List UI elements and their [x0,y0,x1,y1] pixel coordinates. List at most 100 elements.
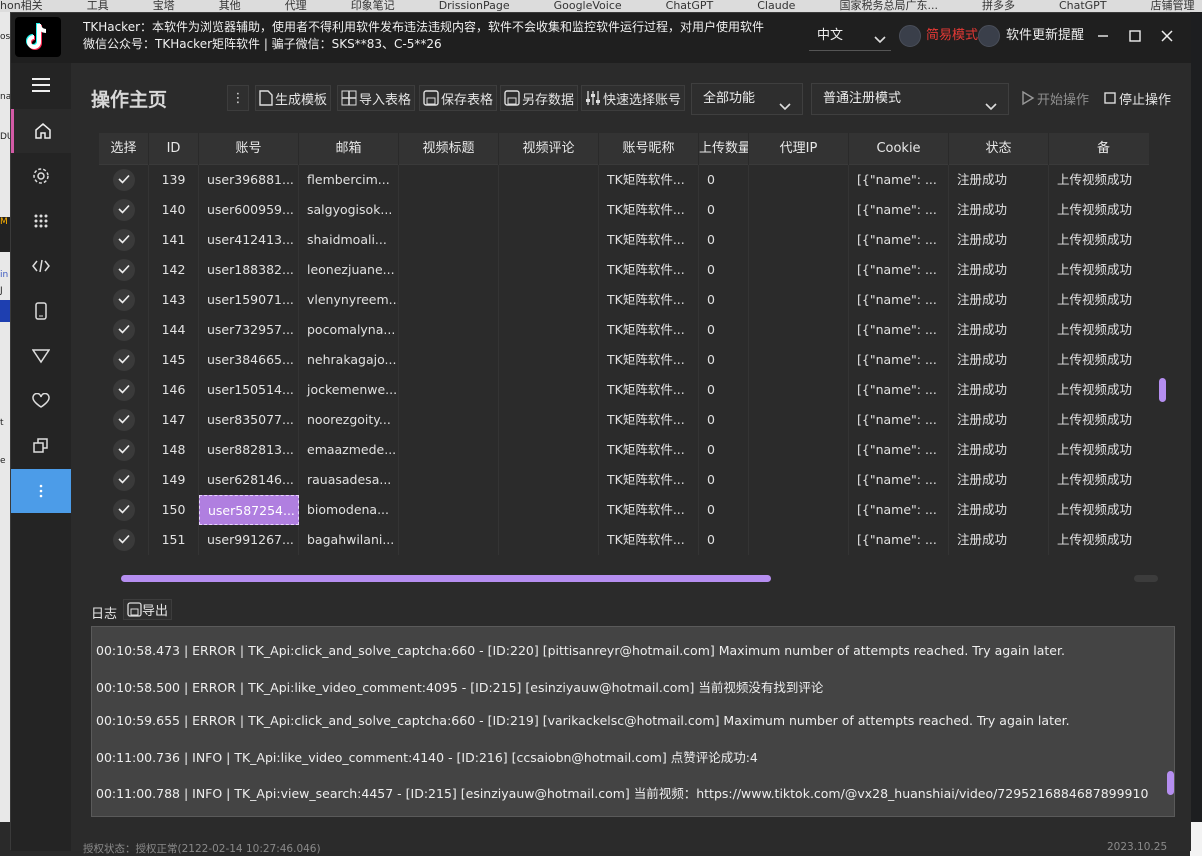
cell-id[interactable]: 139 [149,165,199,195]
check-icon[interactable] [112,499,135,521]
cell-comment[interactable] [499,195,599,225]
cell-proxy[interactable] [749,435,849,465]
cell-comment[interactable] [499,225,599,255]
cell-account[interactable]: user882813... [199,435,299,465]
log-scroll-thumb[interactable] [1167,771,1174,795]
cell-title[interactable] [399,345,499,375]
cell-nick[interactable]: TK矩阵软件... [599,165,699,195]
cell-proxy[interactable] [749,285,849,315]
table-vertical-scrollbar[interactable] [1159,145,1167,569]
cell-proxy[interactable] [749,255,849,285]
cell-title[interactable] [399,525,499,555]
cell-comment[interactable] [499,285,599,315]
cell-status[interactable]: 注册成功 [949,255,1049,285]
cell-account[interactable]: user150514... [199,375,299,405]
cell-account[interactable]: user732957... [199,315,299,345]
cell-proxy[interactable] [749,495,849,525]
table-row[interactable]: 145 user384665... nehrakagajo... TK矩阵软件... 0… [99,345,1149,375]
cell-status[interactable]: 注册成功 [949,345,1049,375]
table-row[interactable]: 146 user150514... jockemenwe... TK矩阵软件... 0 [… [99,375,1149,405]
column-header[interactable]: 邮箱 [299,133,399,165]
cell-nick[interactable]: TK矩阵软件... [599,495,699,525]
create-template-button[interactable]: 生成模板 [255,85,332,111]
cell-remark[interactable]: 上传视频成功 [1049,375,1149,405]
cell-account[interactable]: user991267... [199,525,299,555]
cell-count[interactable]: 0 [699,315,749,345]
cell-id[interactable]: 148 [149,435,199,465]
stop-operation-button[interactable]: 停止操作 [1099,85,1176,111]
cell-title[interactable] [399,225,499,255]
row-select-cell[interactable] [99,495,149,525]
cell-title[interactable] [399,375,499,405]
cell-cookie[interactable]: [{"name": ... [849,435,949,465]
cell-id[interactable]: 146 [149,375,199,405]
cell-remark[interactable]: 上传视频成功 [1049,285,1149,315]
import-table-button[interactable]: 导入表格 [337,85,416,111]
cell-account[interactable]: user384665... [199,345,299,375]
cell-email[interactable]: salgyogisok... [299,195,399,225]
cell-id[interactable]: 150 [149,495,199,525]
cell-comment[interactable] [499,435,599,465]
cell-nick[interactable]: TK矩阵软件... [599,225,699,255]
check-icon[interactable] [112,319,135,341]
cell-count[interactable]: 0 [699,525,749,555]
cell-remark[interactable]: 上传视频成功 [1049,405,1149,435]
cell-status[interactable]: 注册成功 [949,315,1049,345]
table-vertical-scroll-thumb[interactable] [1159,378,1166,402]
check-icon[interactable] [112,169,135,191]
column-header[interactable]: 状态 [949,133,1049,165]
check-icon[interactable] [112,259,135,281]
maximize-button[interactable] [1121,23,1149,49]
cell-nick[interactable]: TK矩阵软件... [599,375,699,405]
save-table-button[interactable]: 保存表格 [419,85,498,111]
cell-remark[interactable]: 上传视频成功 [1049,525,1149,555]
cell-nick[interactable]: TK矩阵软件... [599,315,699,345]
simple-mode-toggle[interactable] [899,25,921,47]
cell-id[interactable]: 141 [149,225,199,255]
cell-cookie[interactable]: [{"name": ... [849,345,949,375]
cell-count[interactable]: 0 [699,165,749,195]
cell-cookie[interactable]: [{"name": ... [849,195,949,225]
close-button[interactable] [1153,23,1181,49]
column-header[interactable]: 代理IP [749,133,849,165]
cell-id[interactable]: 142 [149,255,199,285]
cell-email[interactable]: leonezjuane... [299,255,399,285]
cell-email[interactable]: pocomalyna... [299,315,399,345]
cell-cookie[interactable]: [{"name": ... [849,375,949,405]
cell-proxy[interactable] [749,465,849,495]
cell-proxy[interactable] [749,195,849,225]
row-select-cell[interactable] [99,375,149,405]
cell-title[interactable] [399,495,499,525]
table-row[interactable]: 147 user835077... noorezgoity... TK矩阵软件... 0… [99,405,1149,435]
check-icon[interactable] [112,529,135,551]
cell-email[interactable]: flembercim... [299,165,399,195]
cell-id[interactable]: 140 [149,195,199,225]
cell-id[interactable]: 151 [149,525,199,555]
cell-cookie[interactable]: [{"name": ... [849,285,949,315]
check-icon[interactable] [112,379,135,401]
cell-status[interactable]: 注册成功 [949,375,1049,405]
cell-remark[interactable]: 上传视频成功 [1049,435,1149,465]
column-header[interactable]: 选择 [99,133,149,165]
cell-nick[interactable]: TK矩阵软件... [599,345,699,375]
cell-remark[interactable]: 上传视频成功 [1049,345,1149,375]
cell-status[interactable]: 注册成功 [949,285,1049,315]
cell-count[interactable]: 0 [699,285,749,315]
cell-count[interactable]: 0 [699,405,749,435]
language-select[interactable]: 中文 [809,25,891,51]
quick-select-accounts-button[interactable]: 快速选择账号 [581,85,686,111]
cell-proxy[interactable] [749,315,849,345]
cell-email[interactable]: shaidmoali... [299,225,399,255]
cell-id[interactable]: 145 [149,345,199,375]
cell-count[interactable]: 0 [699,195,749,225]
mode-select[interactable]: 普通注册模式 [811,83,1009,115]
row-select-cell[interactable] [99,195,149,225]
cell-email[interactable]: vlenynyreem... [299,285,399,315]
table-row[interactable]: 144 user732957... pocomalyna... TK矩阵软件... 0 [… [99,315,1149,345]
cell-count[interactable]: 0 [699,375,749,405]
table-row[interactable]: 143 user159071... vlenynyreem... TK矩阵软件... 0… [99,285,1149,315]
cell-email[interactable]: biomodena... [299,495,399,525]
cell-proxy[interactable] [749,345,849,375]
cell-nick[interactable]: TK矩阵软件... [599,525,699,555]
cell-id[interactable]: 149 [149,465,199,495]
